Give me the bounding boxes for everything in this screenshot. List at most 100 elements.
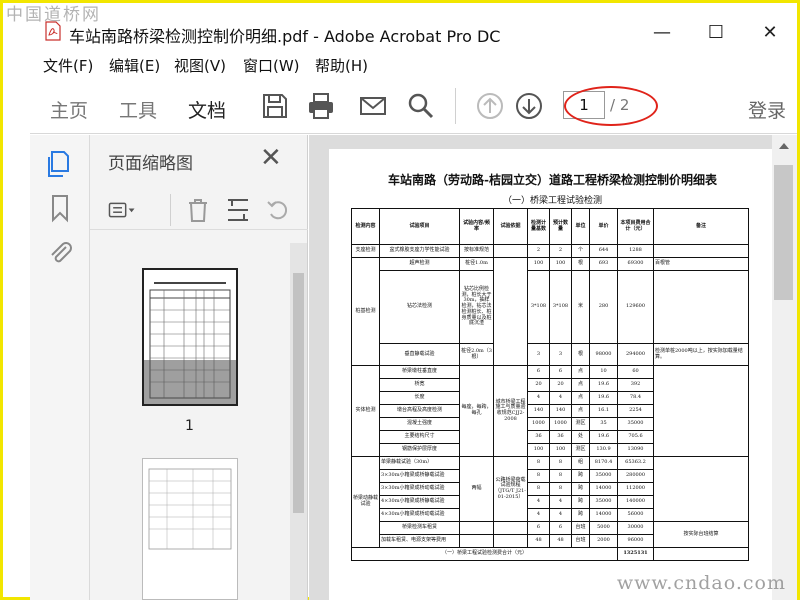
- cell-price: 35: [589, 417, 618, 431]
- cell-item: 3×30m小箱梁成桥静载试验: [379, 469, 460, 483]
- thumbnail-preview: [148, 468, 232, 550]
- delete-page-icon[interactable]: [184, 196, 212, 224]
- thumbnails-list: 1: [90, 243, 290, 600]
- cell-price: 14000: [589, 508, 618, 522]
- column-header: 备注: [653, 208, 749, 245]
- cell-total: 140000: [617, 495, 654, 509]
- thumbnail-page-number: 1: [185, 418, 194, 434]
- toolbar: 主页 工具 文档 1 / 2 登录: [30, 76, 797, 140]
- table-row: 实体检测 桥梁墩柱垂直度 每座，每跨，每孔 城市桥梁工程施工与质量验收规范CJJ…: [351, 365, 749, 457]
- menu-file[interactable]: 文件(F): [43, 55, 93, 76]
- menu-edit[interactable]: 编辑(E): [109, 55, 160, 76]
- cell-base: 4: [527, 391, 550, 405]
- highlight-ellipse: [564, 86, 658, 126]
- cell-base: 6: [527, 521, 550, 535]
- column-header: 单价: [589, 208, 618, 245]
- cell-qty: 20: [549, 378, 572, 392]
- column-header: 检测计量基数: [527, 208, 550, 245]
- cell-item: 钻芯法检测: [379, 270, 460, 344]
- cell-price: 280: [589, 270, 618, 344]
- table-row: 钻芯法检测 钻芯比例检测，桩长大于30m，抽样检测，钻芯法检测桩长、桩身质量以及…: [352, 270, 749, 344]
- cell-total: 294000: [617, 343, 654, 366]
- title-bar: 车站南路桥梁检测控制价明细.pdf - Adobe Acrobat Pro DC…: [3, 3, 797, 51]
- tab-tools[interactable]: 工具: [119, 96, 157, 123]
- cell-basis: [493, 244, 528, 258]
- tab-home[interactable]: 主页: [50, 96, 88, 123]
- cell-group: 桥梁动静载试验: [351, 456, 380, 548]
- cell-total: 392: [617, 378, 654, 392]
- cost-table: 检测内容 试验项目 试验内容/频率 试验依据 检测计量基数 预计数量 单位 单价…: [351, 208, 749, 561]
- column-header: 预计数量: [549, 208, 572, 245]
- cell-price: 19.6: [589, 430, 618, 444]
- cell-base: 3: [527, 343, 550, 366]
- cell-group: 实体检测: [351, 365, 380, 457]
- table-total-row: （一）桥梁工程试验检测费合计（元） 1325131: [351, 547, 749, 561]
- cell-content: [459, 534, 494, 548]
- scroll-up-arrow-icon[interactable]: [779, 143, 789, 149]
- rotate-icon[interactable]: [264, 196, 292, 224]
- tab-document[interactable]: 文档: [183, 96, 231, 140]
- cell-price: 5000: [589, 521, 618, 535]
- cell-qty: 1000: [549, 417, 572, 431]
- cell-qty: 6: [549, 521, 572, 535]
- menu-view[interactable]: 视图(V): [174, 55, 226, 76]
- thumbnails-scrollbar[interactable]: [290, 243, 307, 600]
- scrollbar-thumb[interactable]: [293, 273, 304, 513]
- options-menu-icon[interactable]: [108, 196, 136, 224]
- cell-unit: 处: [571, 430, 590, 444]
- table-row: 垂直静载试验 桩径2.0m（3根） 3 3 根 98000 294000 检测单…: [352, 343, 749, 366]
- document-scrollbar[interactable]: [772, 135, 797, 600]
- save-icon[interactable]: [260, 91, 290, 121]
- cell-unit: 跨: [571, 495, 590, 509]
- cell-item: 主要结构尺寸: [379, 430, 460, 444]
- cell-qty: 140: [549, 404, 572, 418]
- cell-qty: 2: [549, 244, 572, 258]
- cell-remark: 百根管: [653, 257, 749, 271]
- cell-unit: 个: [571, 244, 590, 258]
- cell-price: 2000: [589, 534, 618, 548]
- cell-total: 1288: [617, 244, 654, 258]
- document-view: 车站南路（劳动路-桔园立交）道路工程桥梁检测控制价明细表 （一）桥梁工程试验检测…: [309, 135, 772, 600]
- document-scrollbar-thumb[interactable]: [774, 165, 793, 300]
- cell-total: 280000: [617, 469, 654, 483]
- menu-help[interactable]: 帮助(H): [315, 55, 368, 76]
- cell-remark: [653, 270, 749, 344]
- cell-unit: 点: [571, 391, 590, 405]
- cell-remark: 检测单桩2000吨以上，按实际加载量结算。: [653, 343, 749, 366]
- table-row: 支座检测 盆式橡胶支座力学性能试验 按标准规范 2 2 个 644 1288: [351, 244, 749, 258]
- total-label: （一）桥梁工程试验检测费合计（元）: [351, 547, 618, 561]
- bookmarks-icon[interactable]: [46, 193, 74, 223]
- page-thumbnails-icon[interactable]: [46, 149, 74, 179]
- panel-title: 页面缩略图: [108, 154, 193, 174]
- split-page-icon[interactable]: [224, 196, 252, 224]
- previous-page-icon[interactable]: [475, 91, 505, 121]
- cell-unit: 点: [571, 378, 590, 392]
- cell-item: 钢筋保护层厚度: [379, 443, 460, 457]
- print-icon[interactable]: [306, 91, 336, 121]
- cell-qty: 8: [549, 456, 572, 470]
- next-page-icon[interactable]: [514, 91, 544, 121]
- cell-remark: [653, 547, 749, 561]
- close-panel-icon[interactable]: ✕: [260, 145, 282, 171]
- column-header: 试验内容/频率: [459, 208, 494, 245]
- maximize-button[interactable]: ☐: [693, 17, 739, 47]
- menu-window[interactable]: 窗口(W): [243, 55, 300, 76]
- cell-content: 钻芯比例检测，桩长大于30m，抽样检测，钻芯法检测桩长、桩身质量以及桩底沉渣: [459, 270, 494, 344]
- table-row: 桥梁检测车租赁 6 6 台班 5000 30000 按实际台班结算: [352, 521, 749, 548]
- cell-base: 3*108: [527, 270, 550, 344]
- close-window-button[interactable]: ✕: [747, 17, 793, 47]
- attachments-icon[interactable]: [46, 237, 74, 267]
- cell-remark: [653, 244, 749, 258]
- cell-item: 加载车租赁、电源支架等费用: [379, 534, 460, 548]
- cell-qty: 6: [549, 365, 572, 379]
- page-thumbnail[interactable]: [142, 268, 238, 406]
- cell-total: 78.4: [617, 391, 654, 405]
- search-icon[interactable]: [406, 91, 436, 121]
- total-value: 1325131: [617, 547, 654, 561]
- login-button[interactable]: 登录: [748, 96, 786, 123]
- page-thumbnail[interactable]: [142, 458, 238, 600]
- email-icon[interactable]: [358, 91, 388, 121]
- thumbnails-panel: 页面缩略图 ✕ 1: [90, 135, 308, 600]
- minimize-button[interactable]: —: [639, 17, 685, 47]
- cell-item: 盆式橡胶支座力学性能试验: [379, 244, 460, 258]
